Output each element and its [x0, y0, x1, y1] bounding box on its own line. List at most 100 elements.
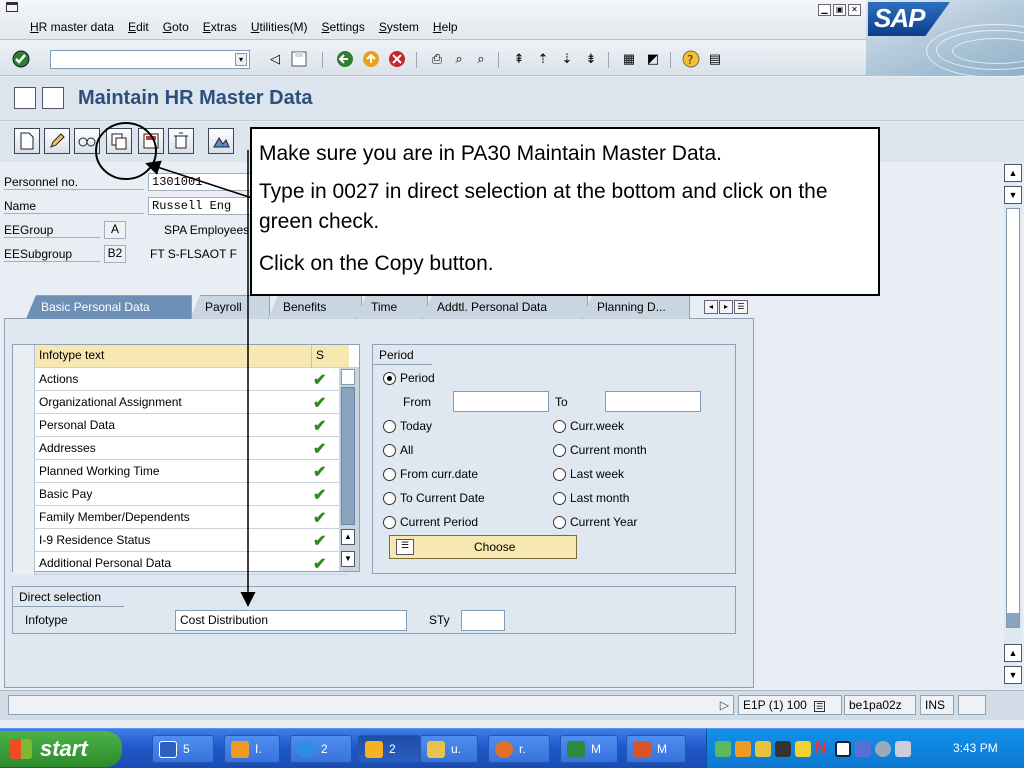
tab-basic-personal-data[interactable]: Basic Personal Data	[26, 295, 192, 319]
scroll-down-icon[interactable]: ▼	[341, 551, 355, 567]
taskbar-excel[interactable]: M	[560, 735, 618, 763]
system-info[interactable]: E1P (1) 100 ☰	[738, 695, 842, 715]
menu-hr-master-data[interactable]: HR master data	[30, 20, 114, 34]
menu-extras[interactable]: Extras	[203, 20, 237, 34]
menu-system[interactable]: System	[379, 20, 419, 34]
table-row[interactable]: Family Member/Dependents ✔	[13, 506, 349, 529]
delimit-icon[interactable]	[138, 128, 164, 154]
row-selector[interactable]	[13, 437, 35, 460]
radio-to-current-date[interactable]: To Current Date	[383, 491, 485, 505]
taskbar-sap[interactable]: 2	[358, 735, 420, 763]
radio-today[interactable]: Today	[383, 419, 432, 433]
menu-utilities[interactable]: Utilities(M)	[251, 20, 308, 34]
previous-page-icon[interactable]: ⇡	[534, 50, 552, 68]
back-icon[interactable]	[336, 50, 354, 68]
radio-last-week[interactable]: Last week	[553, 467, 624, 481]
tray-folder-icon[interactable]	[755, 741, 771, 757]
close-icon[interactable]: ✕	[848, 4, 861, 16]
radio-all[interactable]: All	[383, 443, 413, 457]
insert-mode[interactable]: INS	[920, 695, 954, 715]
tray-sound-icon[interactable]	[875, 741, 891, 757]
tray-printer-icon[interactable]	[895, 741, 911, 757]
row-selector[interactable]	[13, 483, 35, 506]
choose-button[interactable]: ☰ Choose	[389, 535, 577, 559]
other-person-icon[interactable]	[14, 87, 36, 109]
taskbar-item-2[interactable]: I.	[224, 735, 280, 763]
row-selector[interactable]	[13, 529, 35, 552]
shortcut-icon[interactable]: ◩	[644, 50, 662, 68]
system-menu-icon[interactable]	[6, 2, 18, 12]
table-row[interactable]: Additional Personal Data ✔	[13, 552, 349, 575]
table-row[interactable]: Personal Data ✔	[13, 414, 349, 437]
maximize-icon[interactable]: ▣	[833, 4, 846, 16]
table-row[interactable]: Addresses ✔	[13, 437, 349, 460]
tab-payroll[interactable]: Payroll	[190, 295, 270, 319]
table-row[interactable]: I-9 Residence Status ✔	[13, 529, 349, 552]
print-icon[interactable]: ⎙	[428, 50, 446, 68]
taskbar-clock[interactable]: 3:43 PM	[953, 741, 998, 755]
find-next-icon[interactable]: ⌕	[472, 50, 490, 68]
layout-menu-icon[interactable]: ▤	[706, 50, 724, 68]
change-pencil-icon[interactable]	[44, 128, 70, 154]
row-selector[interactable]	[13, 414, 35, 437]
tray-monitor-icon[interactable]	[855, 741, 871, 757]
infotype-input[interactable]: Cost Distribution	[175, 610, 407, 631]
display-glasses-icon[interactable]	[74, 128, 100, 154]
help-icon[interactable]: ?	[682, 50, 700, 68]
delete-trash-icon[interactable]	[168, 128, 194, 154]
row-selector[interactable]	[13, 506, 35, 529]
from-date-field[interactable]	[453, 391, 549, 412]
tray-n-icon[interactable]: N	[815, 741, 831, 757]
find-icon[interactable]: ⌕	[450, 50, 468, 68]
table-row[interactable]: Planned Working Time ✔	[13, 460, 349, 483]
minimize-icon[interactable]: ▁	[818, 4, 831, 16]
document-icon[interactable]	[42, 87, 64, 109]
radio-current-year[interactable]: Current Year	[553, 515, 637, 529]
exit-icon[interactable]	[362, 50, 380, 68]
taskbar-word[interactable]: 5	[152, 735, 214, 763]
row-selector[interactable]	[13, 368, 35, 391]
next-page-icon[interactable]: ⇣	[558, 50, 576, 68]
enter-check-icon[interactable]	[12, 50, 30, 68]
row-selector[interactable]	[13, 460, 35, 483]
taskbar-item-5[interactable]: u.	[420, 735, 478, 763]
back-arrow-icon[interactable]: ◁	[266, 50, 284, 68]
tab-addtl-personal-data[interactable]: Addtl. Personal Data	[422, 295, 588, 319]
sty-input[interactable]	[461, 610, 505, 631]
start-button[interactable]: start	[0, 731, 122, 767]
command-field[interactable]: ▾	[50, 50, 250, 69]
personnel-no-field[interactable]: 1301001	[148, 173, 258, 191]
menu-goto[interactable]: Goto	[163, 20, 189, 34]
row-selector[interactable]	[13, 552, 35, 575]
tab-scroll-right-icon[interactable]: ▸	[719, 300, 733, 314]
radio-current-month[interactable]: Current month	[553, 443, 647, 457]
tray-clock-icon[interactable]	[735, 741, 751, 757]
table-row[interactable]: Organizational Assignment ✔	[13, 391, 349, 414]
last-page-icon[interactable]: ⇟	[582, 50, 600, 68]
screen-scrollbar[interactable]: ▲ ▼ ▲ ▼	[1004, 162, 1022, 688]
tray-play-icon[interactable]	[835, 741, 851, 757]
tab-planning-data[interactable]: Planning D...	[582, 295, 690, 319]
command-history-icon[interactable]: ▾	[235, 53, 247, 66]
menu-help[interactable]: Help	[433, 20, 458, 34]
overview-icon[interactable]	[208, 128, 234, 154]
status-expand-icon[interactable]: ▷	[720, 698, 729, 712]
radio-from-curr-date[interactable]: From curr.date	[383, 467, 478, 481]
menu-edit[interactable]: Edit	[128, 20, 149, 34]
new-session-icon[interactable]: ▦	[620, 50, 638, 68]
scroll-up-icon[interactable]: ▲	[1004, 644, 1022, 662]
radio-current-period[interactable]: Current Period	[383, 515, 478, 529]
infotype-scrollbar[interactable]: ▲ ▼	[339, 367, 359, 571]
create-icon[interactable]	[14, 128, 40, 154]
tab-benefits[interactable]: Benefits	[268, 295, 362, 319]
radio-curr-week[interactable]: Curr.week	[553, 419, 624, 433]
table-row[interactable]: Actions ✔	[13, 368, 349, 391]
scroll-down-icon[interactable]: ▼	[1004, 666, 1022, 684]
tab-list-icon[interactable]: ☰	[734, 300, 748, 314]
tray-pen-icon[interactable]	[795, 741, 811, 757]
tab-scroll-left-icon[interactable]: ◂	[704, 300, 718, 314]
status-message-area[interactable]: ▷	[8, 695, 734, 715]
first-page-icon[interactable]: ⇞	[510, 50, 528, 68]
menu-settings[interactable]: Settings	[321, 20, 364, 34]
tab-time[interactable]: Time	[356, 295, 428, 319]
